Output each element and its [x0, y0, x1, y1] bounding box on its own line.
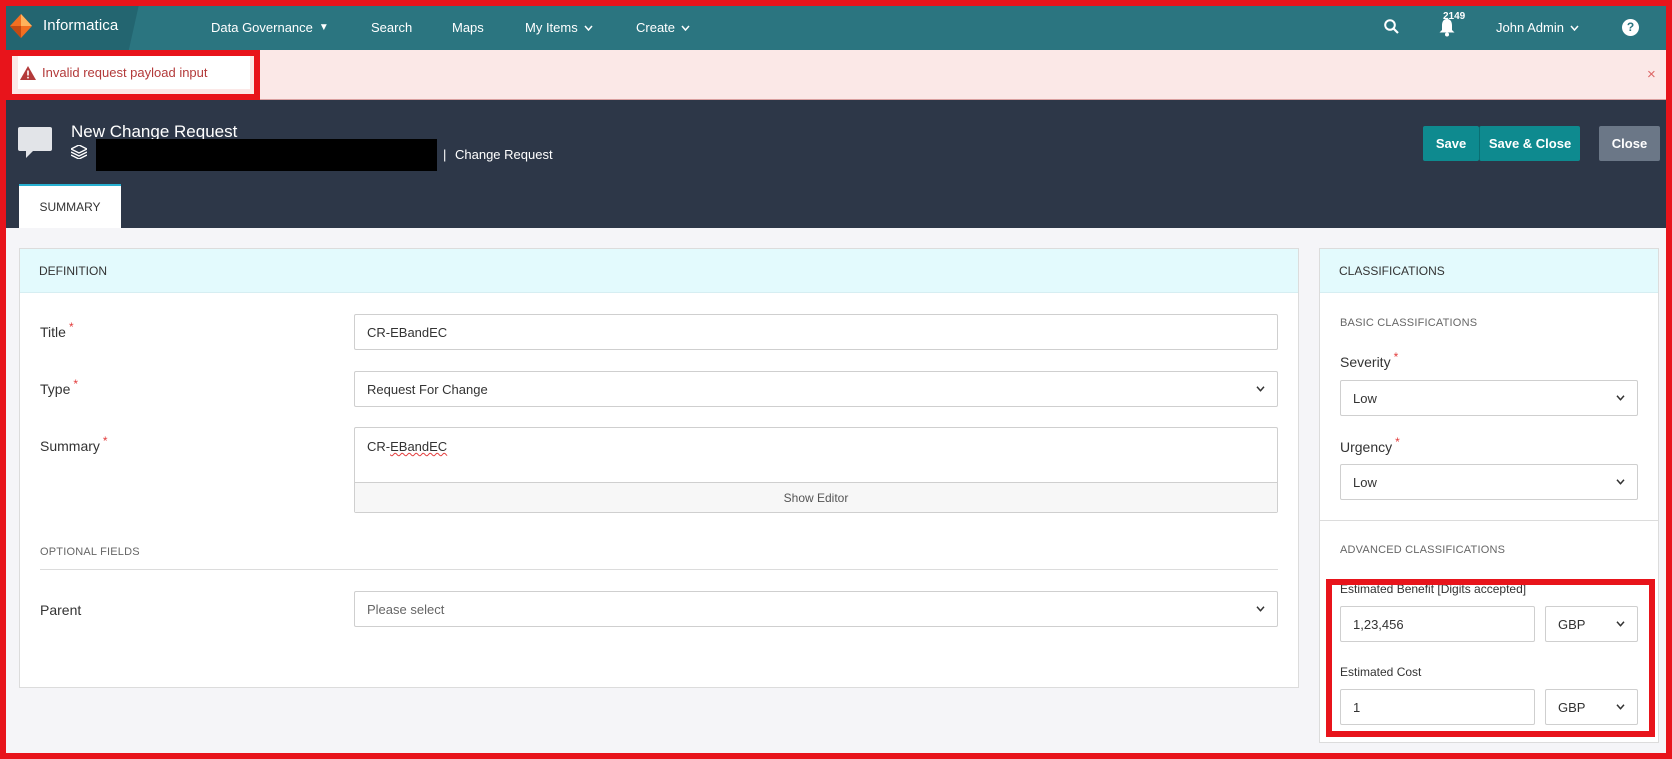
nav-data-governance[interactable]: Data Governance ▼	[211, 20, 329, 35]
severity-select[interactable]: Low	[1340, 380, 1638, 416]
nav-my-items[interactable]: My Items	[525, 20, 593, 35]
parent-select-placeholder: Please select	[367, 601, 445, 617]
severity-select-value: Low	[1353, 390, 1377, 406]
speech-bubble-icon	[18, 127, 52, 158]
search-icon[interactable]	[1384, 19, 1399, 34]
close-icon[interactable]: ×	[1647, 66, 1656, 83]
type-select[interactable]: Request For Change	[354, 371, 1278, 407]
severity-label-text: Severity	[1340, 354, 1391, 370]
chevron-down-icon	[1256, 386, 1265, 392]
severity-field-label: Severity *	[1340, 350, 1398, 370]
summary-text: CR-EBandEC	[367, 439, 447, 454]
nav-data-governance-label: Data Governance	[211, 20, 313, 35]
nav-my-items-label: My Items	[525, 20, 578, 35]
user-menu-label: John Admin	[1496, 20, 1564, 35]
required-marker: *	[73, 377, 79, 391]
advanced-classifications-heading: ADVANCED CLASSIFICATIONS	[1340, 544, 1506, 556]
required-marker: *	[1395, 435, 1400, 449]
definition-header: DEFINITION	[20, 249, 1298, 293]
breadcrumb-separator: |	[443, 147, 447, 162]
urgency-select[interactable]: Low	[1340, 464, 1638, 500]
chevron-down-icon	[1616, 479, 1625, 485]
basic-classifications-heading: BASIC CLASSIFICATIONS	[1340, 317, 1478, 329]
nav-create[interactable]: Create	[636, 20, 690, 35]
chevron-down-icon	[584, 25, 593, 31]
type-label-text: Type	[40, 381, 71, 397]
error-highlight-box	[6, 50, 260, 100]
parent-field-label: Parent	[40, 602, 82, 618]
chevron-down-icon	[1616, 395, 1625, 401]
chevron-down-icon	[1256, 606, 1265, 612]
divider	[1320, 520, 1658, 521]
urgency-field-label: Urgency *	[1340, 435, 1400, 455]
summary-label-text: Summary	[40, 438, 100, 454]
show-editor-button[interactable]: Show Editor	[355, 482, 1277, 512]
chevron-down-icon	[1570, 25, 1579, 31]
title-field-label: Title *	[40, 320, 74, 340]
page-subtitle: Change Request	[455, 147, 553, 162]
required-marker: *	[102, 434, 108, 448]
summary-text-prefix: CR-	[367, 439, 391, 454]
nav-search-label: Search	[371, 20, 413, 35]
close-button[interactable]: Close	[1599, 126, 1660, 161]
title-input[interactable]: CR-EBandEC	[354, 314, 1278, 350]
title-label-text: Title	[40, 324, 66, 340]
user-menu[interactable]: John Admin	[1496, 20, 1579, 35]
chevron-down-icon	[681, 25, 690, 31]
save-and-close-button[interactable]: Save & Close	[1479, 126, 1580, 161]
logo-block[interactable]: Informatica	[0, 0, 140, 50]
required-marker: *	[1393, 350, 1399, 364]
logo-text: Informatica	[43, 17, 119, 34]
help-icon[interactable]: ?	[1622, 19, 1639, 36]
advanced-fields-highlight-box	[1326, 579, 1655, 737]
redacted-region	[96, 139, 437, 171]
caret-down-icon: ▼	[318, 22, 329, 33]
classifications-header: CLASSIFICATIONS	[1320, 249, 1658, 293]
title-input-value: CR-EBandEC	[367, 324, 448, 340]
summary-field-label: Summary *	[40, 434, 108, 454]
required-marker: *	[68, 320, 74, 334]
summary-textarea[interactable]: CR-EBandEC Show Editor	[354, 427, 1278, 513]
informatica-logo-icon	[10, 14, 32, 38]
nav-search[interactable]: Search	[371, 20, 412, 35]
urgency-label-text: Urgency	[1340, 439, 1393, 455]
type-select-value: Request For Change	[367, 381, 488, 397]
urgency-select-value: Low	[1353, 474, 1377, 490]
tab-summary[interactable]: SUMMARY	[19, 184, 121, 228]
nav-maps-label: Maps	[452, 20, 484, 35]
summary-text-misspelled: EBandEC	[390, 439, 448, 454]
parent-select[interactable]: Please select	[354, 591, 1278, 627]
nav-maps[interactable]: Maps	[452, 20, 484, 35]
optional-fields-heading: OPTIONAL FIELDS	[40, 546, 140, 558]
top-navigation-bar: Informatica Data Governance ▼ Search Map…	[0, 0, 1672, 50]
layers-icon	[71, 145, 87, 159]
nav-create-label: Create	[636, 20, 676, 35]
notification-count-badge: 2149	[1443, 11, 1466, 22]
save-button[interactable]: Save	[1423, 126, 1479, 161]
divider	[40, 569, 1278, 570]
type-field-label: Type *	[40, 377, 78, 397]
